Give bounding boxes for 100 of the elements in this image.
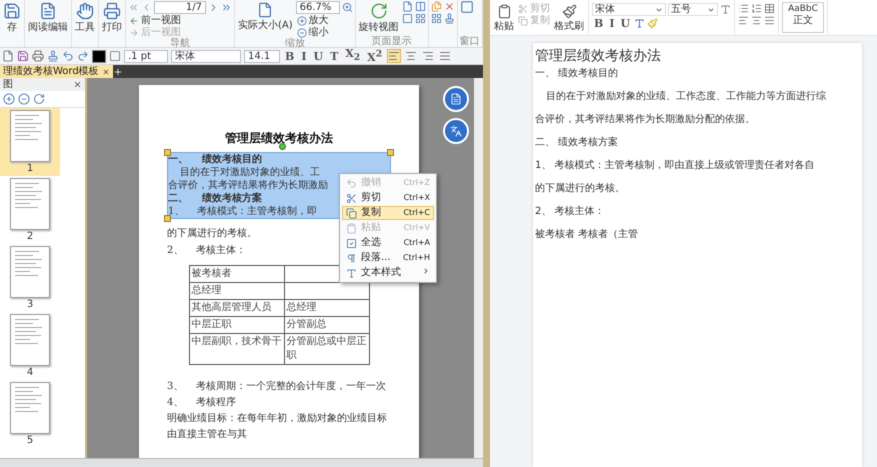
arrow-left-icon[interactable] — [129, 16, 139, 26]
minus-icon[interactable] — [296, 28, 307, 38]
stamp-icon[interactable] — [444, 13, 455, 24]
grid-icon[interactable] — [430, 13, 442, 24]
zoom-in-icon[interactable] — [3, 93, 15, 105]
text-line: 的下属进行的考核。 — [535, 183, 626, 195]
close-icon[interactable] — [102, 68, 110, 76]
previous-view-button[interactable]: 前一视图 — [128, 15, 232, 26]
first-page-icon[interactable] — [128, 2, 139, 13]
window-icon[interactable] — [460, 0, 474, 14]
save-button[interactable]: 存 — [2, 0, 22, 35]
text-line: 二、 绩效考核方案 — [535, 137, 620, 149]
rotate-handle[interactable] — [279, 143, 286, 150]
zoom-out-icon[interactable] — [18, 93, 30, 105]
format-painter-button[interactable]: 格式刷 — [553, 2, 585, 33]
align-center-icon[interactable] — [751, 15, 762, 26]
font-color-icon[interactable] — [634, 18, 646, 29]
section-heading: 二、 绩效考核方案 — [168, 192, 262, 205]
scissors-icon[interactable] — [346, 192, 357, 204]
line-width-field[interactable]: .1 pt — [124, 50, 168, 62]
fit-page-icon[interactable] — [402, 13, 413, 24]
printer-icon[interactable] — [32, 50, 44, 62]
text-style-button[interactable]: I — [607, 17, 616, 30]
cross-icon[interactable] — [444, 1, 455, 12]
page-thumbnail-item[interactable]: 1 — [0, 108, 60, 176]
text-style-button[interactable]: U — [618, 17, 632, 30]
zoom-in-button[interactable]: 放大 — [296, 15, 353, 26]
page-thumbnail-item[interactable]: 5 — [0, 380, 60, 448]
pilcrow-icon[interactable] — [346, 252, 357, 264]
text-style-button[interactable]: I — [299, 50, 308, 62]
menu-item[interactable]: 剪切 Ctrl+X — [342, 191, 434, 205]
save-icon[interactable] — [17, 50, 29, 62]
document-icon[interactable] — [450, 93, 462, 105]
page-thumbnail-item[interactable]: 3 — [0, 244, 60, 312]
numbered-list-icon[interactable] — [751, 3, 762, 14]
tools-button[interactable]: 工具 — [74, 0, 96, 35]
page-number-field[interactable]: 1/7 — [154, 1, 206, 14]
paintbrush-icon[interactable] — [562, 4, 576, 19]
two-page-icon[interactable] — [414, 1, 426, 12]
stamp-icon[interactable] — [47, 50, 59, 62]
border-icon[interactable] — [109, 50, 121, 62]
scrollbar[interactable] — [474, 78, 483, 458]
font-size-field[interactable]: 14.1 — [244, 50, 280, 62]
text-icon[interactable] — [346, 268, 357, 278]
grid-icon[interactable] — [414, 13, 426, 24]
resize-handle[interactable] — [387, 149, 394, 156]
convert-button[interactable] — [443, 86, 469, 112]
plus-icon[interactable] — [296, 16, 307, 26]
text-style-button[interactable]: B — [592, 17, 606, 30]
close-icon[interactable] — [73, 80, 82, 89]
text-icon[interactable] — [720, 4, 731, 15]
paste-button[interactable]: 粘贴 — [493, 2, 515, 33]
pages-icon[interactable] — [430, 1, 442, 12]
hand-icon[interactable] — [76, 2, 94, 20]
align-justify-icon[interactable] — [764, 15, 775, 26]
printer-icon[interactable] — [103, 2, 121, 20]
font-field[interactable]: 宋体 — [171, 50, 241, 62]
print-button[interactable]: 打印 — [101, 0, 123, 35]
table-icon[interactable] — [764, 3, 775, 14]
resize-handle[interactable] — [164, 215, 171, 222]
zoom-out-button[interactable]: 缩小 — [296, 27, 353, 38]
menu-item[interactable]: 复制 Ctrl+C — [342, 206, 434, 220]
copy-icon[interactable] — [346, 208, 357, 218]
actual-size-button[interactable]: 实际大小(A) — [237, 0, 294, 33]
zoom-field[interactable]: 66.7% — [296, 1, 340, 14]
rotate-icon[interactable] — [33, 93, 45, 105]
page-icon[interactable] — [257, 2, 274, 18]
menu-item[interactable]: 段落... Ctrl+H — [342, 251, 434, 265]
text-style-button[interactable]: T — [328, 50, 340, 62]
resize-handle[interactable] — [164, 149, 171, 156]
undo-icon[interactable] — [62, 50, 74, 62]
single-page-icon[interactable] — [402, 1, 413, 12]
new-document-icon[interactable] — [2, 50, 14, 62]
text-style-button[interactable]: U — [311, 50, 326, 62]
text-style-button[interactable]: B — [283, 50, 296, 62]
read-edit-button[interactable]: 阅读编辑 — [27, 0, 69, 35]
page-thumbnail-item[interactable]: 2 — [0, 176, 60, 244]
document-tab[interactable]: 理绩效考核Word模板 — [0, 65, 113, 78]
translate-button[interactable] — [443, 118, 469, 144]
align-left-icon[interactable] — [738, 15, 749, 26]
rotate-icon[interactable] — [370, 2, 388, 20]
new-tab-icon[interactable] — [112, 66, 123, 76]
select-all-icon[interactable] — [346, 238, 357, 248]
menu-item[interactable]: 全选 Ctrl+A — [342, 236, 434, 250]
text-style-button[interactable]: X$^{2}$ — [365, 48, 384, 64]
style-preview[interactable]: AaBbC 正文 — [782, 2, 824, 33]
redo-icon[interactable] — [77, 50, 89, 62]
color-swatch[interactable] — [92, 50, 106, 62]
font-size-select[interactable]: 五号 — [668, 3, 718, 16]
last-page-icon[interactable] — [221, 2, 232, 13]
rotate-view-button[interactable]: 旋转视图 — [358, 0, 400, 35]
translate-icon[interactable] — [450, 125, 462, 137]
text-style-button[interactable]: X$_{2}$ — [343, 48, 362, 64]
document-edit-icon[interactable] — [39, 2, 57, 20]
zoom-in-icon[interactable] — [342, 2, 353, 13]
page-thumbnail-item[interactable]: 4 — [0, 312, 60, 380]
font-select[interactable]: 宋体 — [592, 3, 666, 16]
save-icon[interactable] — [3, 2, 21, 20]
menu-item[interactable]: 文本样式 — [342, 266, 434, 280]
clipboard-icon[interactable] — [496, 4, 512, 19]
